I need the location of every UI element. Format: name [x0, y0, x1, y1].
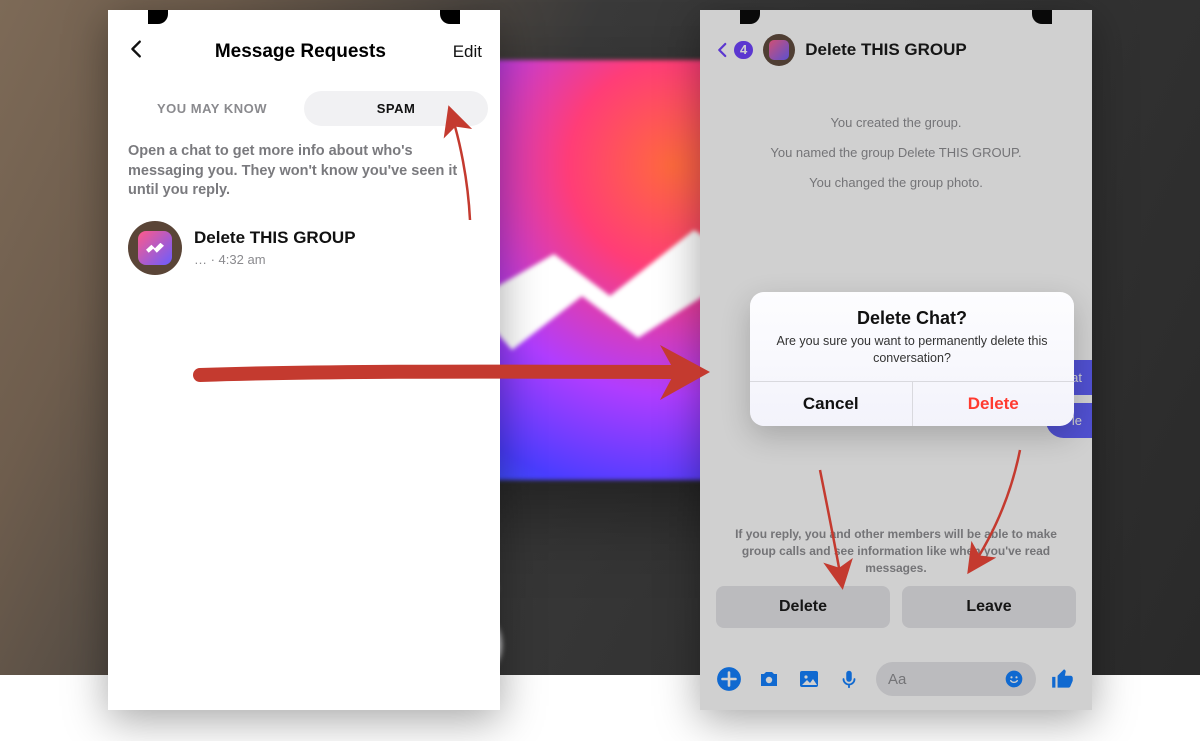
confirm-delete-button[interactable]: Delete: [913, 382, 1075, 426]
description-text: Open a chat to get more info about who's…: [108, 130, 500, 211]
notch-right: [440, 10, 460, 24]
page-title: Message Requests: [215, 41, 386, 63]
cancel-button[interactable]: Cancel: [750, 382, 913, 426]
chevron-left-icon: [126, 38, 148, 60]
phone-chat: 4 Delete THIS GROUP You created the grou…: [700, 10, 1092, 710]
delete-chat-dialog: Delete Chat? Are you sure you want to pe…: [750, 292, 1074, 426]
phone-message-requests: Message Requests Edit YOU MAY KNOW SPAM …: [108, 10, 500, 710]
request-item[interactable]: Delete THIS GROUP … · 4:32 am: [108, 211, 500, 285]
dialog-message: Are you sure you want to permanently del…: [770, 333, 1054, 367]
request-item-title: Delete THIS GROUP: [194, 228, 480, 248]
tab-you-may-know[interactable]: YOU MAY KNOW: [120, 91, 304, 126]
request-item-snippet: … · 4:32 am: [194, 252, 480, 267]
back-button[interactable]: [126, 36, 148, 67]
edit-button[interactable]: Edit: [453, 42, 482, 62]
tab-spam[interactable]: SPAM: [304, 91, 488, 126]
messenger-icon: [138, 231, 172, 265]
tabs: YOU MAY KNOW SPAM: [120, 91, 488, 126]
avatar: [128, 221, 182, 275]
request-item-content: Delete THIS GROUP … · 4:32 am: [194, 228, 480, 267]
dialog-title: Delete Chat?: [770, 308, 1054, 329]
